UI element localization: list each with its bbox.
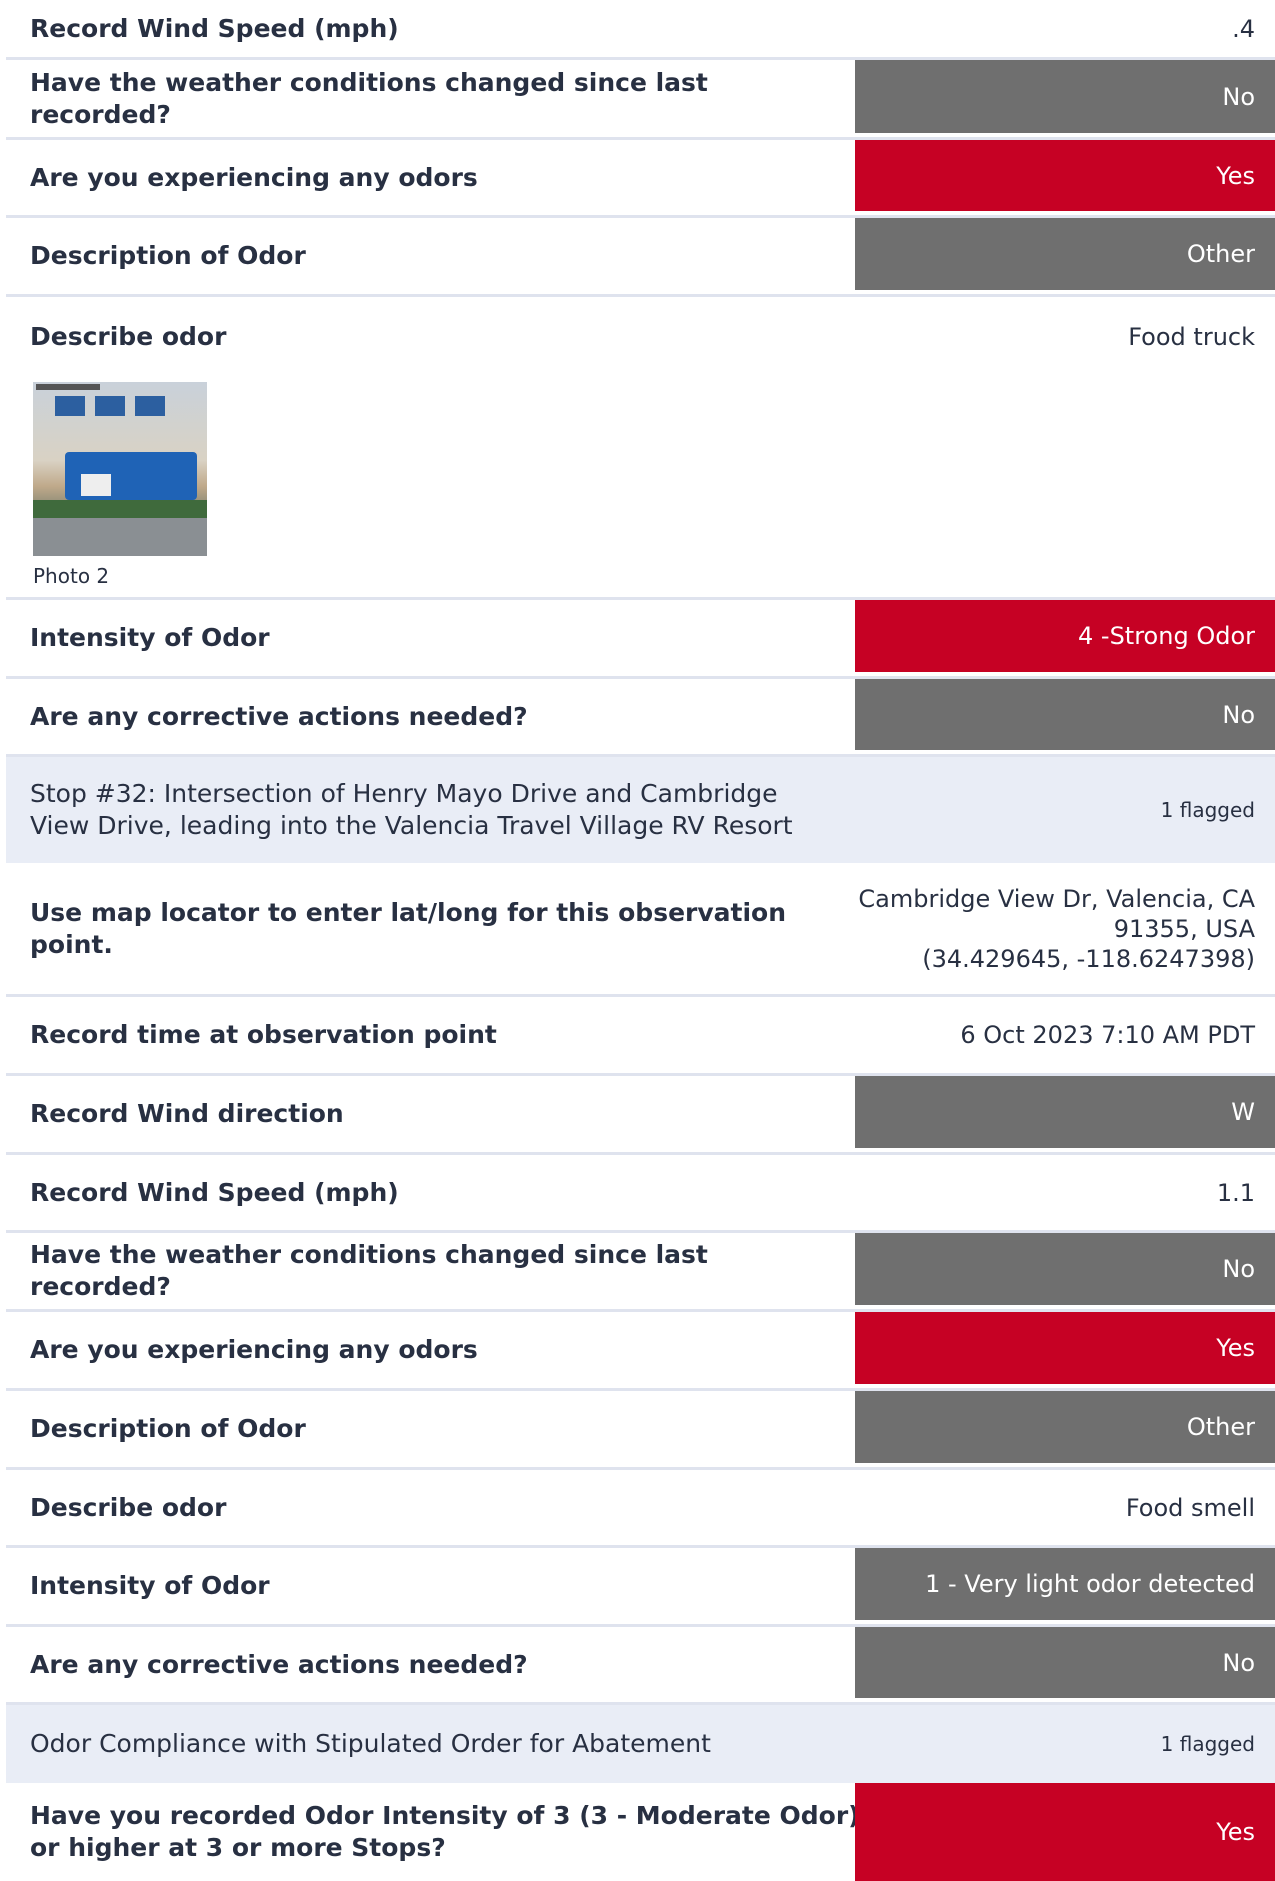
odor-description-row: Description of Odor Other: [6, 1391, 1275, 1470]
photo-caption: Photo 2: [33, 564, 110, 588]
answer-badge: No: [855, 60, 1275, 133]
hedge-shape: [33, 500, 207, 518]
photo-attachment[interactable]: Photo 2: [33, 382, 207, 588]
answer-value: 1.1: [1216, 1178, 1255, 1207]
photo-timestamp-strip: [36, 384, 100, 390]
flagged-count: 1 flagged: [1160, 1732, 1255, 1756]
wind-direction-row: Record Wind direction W: [6, 1076, 1275, 1155]
wind-speed-row: Record Wind Speed (mph) 1.1: [6, 1155, 1275, 1233]
intensity-stops-row: Have you recorded Odor Intensity of 3 (3…: [6, 1783, 1275, 1881]
question-label: Have you recorded Odor Intensity of 3 (3…: [30, 1801, 860, 1862]
road-shape: [33, 518, 207, 556]
observation-time-row: Record time at observation point 6 Oct 2…: [6, 997, 1275, 1076]
answer-badge: Yes: [855, 1312, 1275, 1384]
flagged-count: 1 flagged: [1160, 798, 1255, 822]
corrective-actions-row: Are any corrective actions needed? No: [6, 679, 1275, 757]
question-label: Intensity of Odor: [30, 1571, 270, 1600]
question-label: Record Wind direction: [30, 1099, 344, 1128]
question-label: Have the weather conditions changed sinc…: [30, 1240, 708, 1301]
question-label: Intensity of Odor: [30, 623, 270, 652]
answer-value: 6 Oct 2023 7:10 AM PDT: [960, 1021, 1255, 1049]
describe-odor-row: Describe odor Food smell: [6, 1470, 1275, 1548]
answer-value: .4: [1232, 14, 1255, 43]
answer-badge: No: [855, 1233, 1275, 1305]
section-title: Stop #32: Intersection of Henry Mayo Dri…: [30, 779, 793, 840]
corrective-actions-row: Are any corrective actions needed? No: [6, 1627, 1275, 1705]
address-line: Cambridge View Dr, Valencia, CA: [858, 884, 1255, 913]
section-title: Odor Compliance with Stipulated Order fo…: [30, 1729, 711, 1758]
weather-changed-row: Have the weather conditions changed sinc…: [6, 60, 1275, 140]
building-window: [135, 396, 165, 416]
question-label: Are you experiencing any odors: [30, 162, 478, 192]
answer-badge: Other: [855, 1391, 1275, 1463]
answer-badge: Yes: [855, 1783, 1275, 1881]
answer-value: Food smell: [1125, 1493, 1255, 1522]
address-line: 91355, USA: [1113, 914, 1255, 943]
odors-row: Are you experiencing any odors Yes: [6, 1312, 1275, 1391]
answer-value: Food truck: [1128, 323, 1255, 351]
answer-badge: Other: [855, 218, 1275, 290]
map-locator-row: Use map locator to enter lat/long for th…: [6, 863, 1275, 997]
question-label: Description of Odor: [30, 1414, 306, 1443]
answer-badge: W: [855, 1076, 1275, 1148]
answer-badge: No: [855, 679, 1275, 750]
question-label: Are any corrective actions needed?: [30, 1649, 528, 1679]
building-window: [95, 396, 125, 416]
answer-value: Cambridge View Dr, Valencia, CA 91355, U…: [675, 863, 1275, 994]
building-window: [55, 396, 85, 416]
question-label: Are you experiencing any odors: [30, 1335, 478, 1364]
answer-badge: Yes: [855, 140, 1275, 211]
odor-intensity-row: Intensity of Odor 4 -Strong Odor: [6, 600, 1275, 679]
odors-row: Are you experiencing any odors Yes: [6, 140, 1275, 218]
inspection-report: Record Wind Speed (mph) .4 Have the weat…: [0, 0, 1275, 1881]
question-label: Description of Odor: [30, 241, 306, 270]
question-label: Are any corrective actions needed?: [30, 701, 528, 731]
sign-shape: [81, 474, 111, 496]
photo-thumbnail[interactable]: [33, 382, 207, 556]
answer-badge: No: [855, 1627, 1275, 1698]
odor-description-row: Description of Odor Other: [6, 218, 1275, 297]
odor-intensity-row: Intensity of Odor 1 - Very light odor de…: [6, 1548, 1275, 1627]
answer-badge: 4 -Strong Odor: [855, 600, 1275, 672]
wind-speed-row: Record Wind Speed (mph) .4: [6, 0, 1275, 60]
coordinates-text: (34.429645, -118.6247398): [922, 944, 1255, 973]
section-header-stop-32[interactable]: Stop #32: Intersection of Henry Mayo Dri…: [6, 757, 1275, 863]
weather-changed-row: Have the weather conditions changed sinc…: [6, 1233, 1275, 1312]
question-label: Have the weather conditions changed sinc…: [30, 67, 708, 129]
section-header-odor-compliance[interactable]: Odor Compliance with Stipulated Order fo…: [6, 1705, 1275, 1783]
answer-badge: 1 - Very light odor detected: [855, 1548, 1275, 1620]
